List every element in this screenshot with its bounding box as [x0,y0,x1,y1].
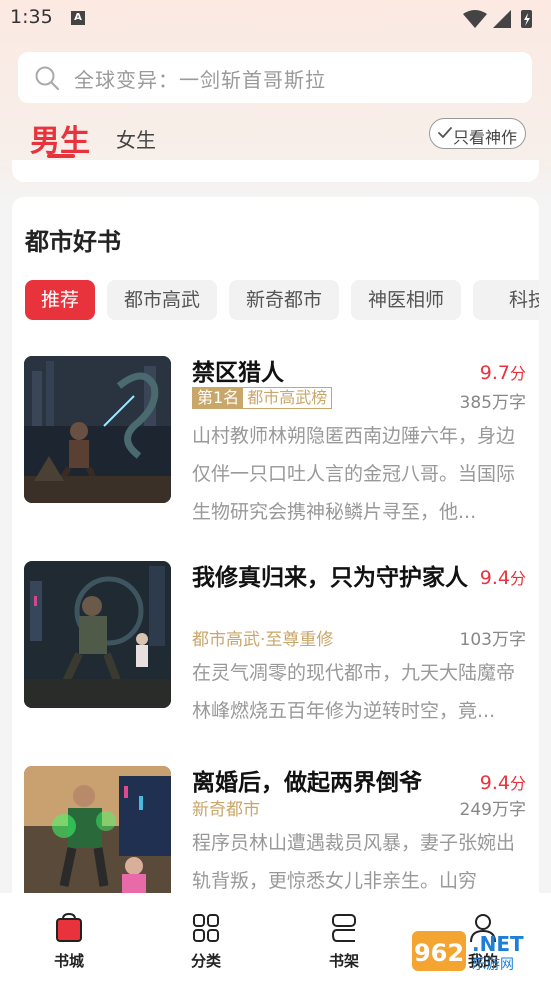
system-icons [463,10,532,28]
status-bar: 1:35 A [0,0,551,38]
chip-recommend[interactable]: 推荐 [25,280,95,320]
book-word-count: 385万字 [459,393,526,413]
book-item[interactable]: 我修真归来，只为守护家人 9.4分 都市高武·至尊重修 103万字 在灵气凋零的… [12,561,539,741]
book-cover [24,766,171,913]
search-placeholder: 全球变异：一剑斩首哥斯拉 [74,68,326,92]
rank-list: 都市高武榜 [247,388,328,407]
book-cover [24,561,171,708]
chip-novel-urban[interactable]: 新奇都市 [229,280,339,320]
book-description: 程序员林山遭遇裁员风暴，妻子张婉出轨背叛，更惊悉女儿非亲生。山穷 [192,832,516,892]
book-score: 9.4分 [479,772,526,794]
nav-bookshelf[interactable]: 书架 [299,893,389,981]
chip-tech[interactable]: 科技 [473,280,539,320]
book-description: 山村教师林朔隐匿西南边陲六年，身边仅伴一只口吐人言的金冠八哥。当国际生物研究会携… [192,425,516,523]
nav-label: 书城 [53,952,84,970]
svg-text:962: 962 [414,939,464,967]
check-icon [438,127,452,138]
book-title: 我修真归来，只为守护家人 [192,565,468,591]
book-score: 9.7分 [479,362,526,384]
notification-icon: A [71,11,85,25]
masterpiece-filter-toggle[interactable]: 只看神作 [429,118,526,149]
nav-category[interactable]: 分类 [161,893,251,981]
rank-number: 第1名 [193,388,244,408]
book-tags: 新奇都市 [192,800,260,820]
chip-urban-martial[interactable]: 都市高武 [107,280,217,320]
filter-label: 只看神作 [453,128,518,147]
book-item[interactable]: 禁区猎人 9.7分 第1名 都市高武榜 385万字 山村教师林朔隐匿西南边陲六年，… [12,356,539,536]
wifi-icon [463,10,487,28]
nav-label: 书架 [328,952,359,970]
nav-label: 分类 [190,952,221,970]
tab-active-indicator [47,154,75,158]
section-card: 都市好书 推荐 都市高武 新奇都市 神医相师 科技 禁区猎人 9.7分 第1名 … [12,197,539,917]
nav-bookstore[interactable]: 书城 [24,893,114,981]
gender-tabs: 男生 女生 只看神作 [0,112,551,162]
book-tags: 都市高武·至尊重修 [192,630,334,650]
search-bar[interactable]: 全球变异：一剑斩首哥斯拉 [18,52,532,103]
grid-icon [193,914,219,942]
svg-text:乐游网: 乐游网 [472,957,514,973]
book-score: 9.4分 [479,567,526,589]
bookshelf-icon [331,914,356,942]
cellular-icon [493,10,511,28]
book-word-count: 103万字 [459,630,526,650]
banner-strip [12,160,539,182]
search-icon [35,66,60,91]
section-title: 都市好书 [25,228,121,256]
status-time: 1:35 [10,6,53,28]
book-word-count: 249万字 [459,800,526,820]
book-description: 在灵气凋零的现代都市，九天大陆魔帝林峰燃烧五百年修为逆转时空，竟... [192,662,516,722]
bookstore-icon [56,913,82,942]
category-chips: 推荐 都市高武 新奇都市 神医相师 科技 [25,280,539,320]
chip-doctor[interactable]: 神医相师 [351,280,461,320]
tab-female[interactable]: 女生 [116,124,156,153]
watermark-logo: 962 .NET 乐游网 [412,925,546,973]
book-cover [24,356,171,503]
book-rank-badge: 第1名 都市高武榜 [192,387,333,409]
svg-text:.NET: .NET [472,932,524,956]
